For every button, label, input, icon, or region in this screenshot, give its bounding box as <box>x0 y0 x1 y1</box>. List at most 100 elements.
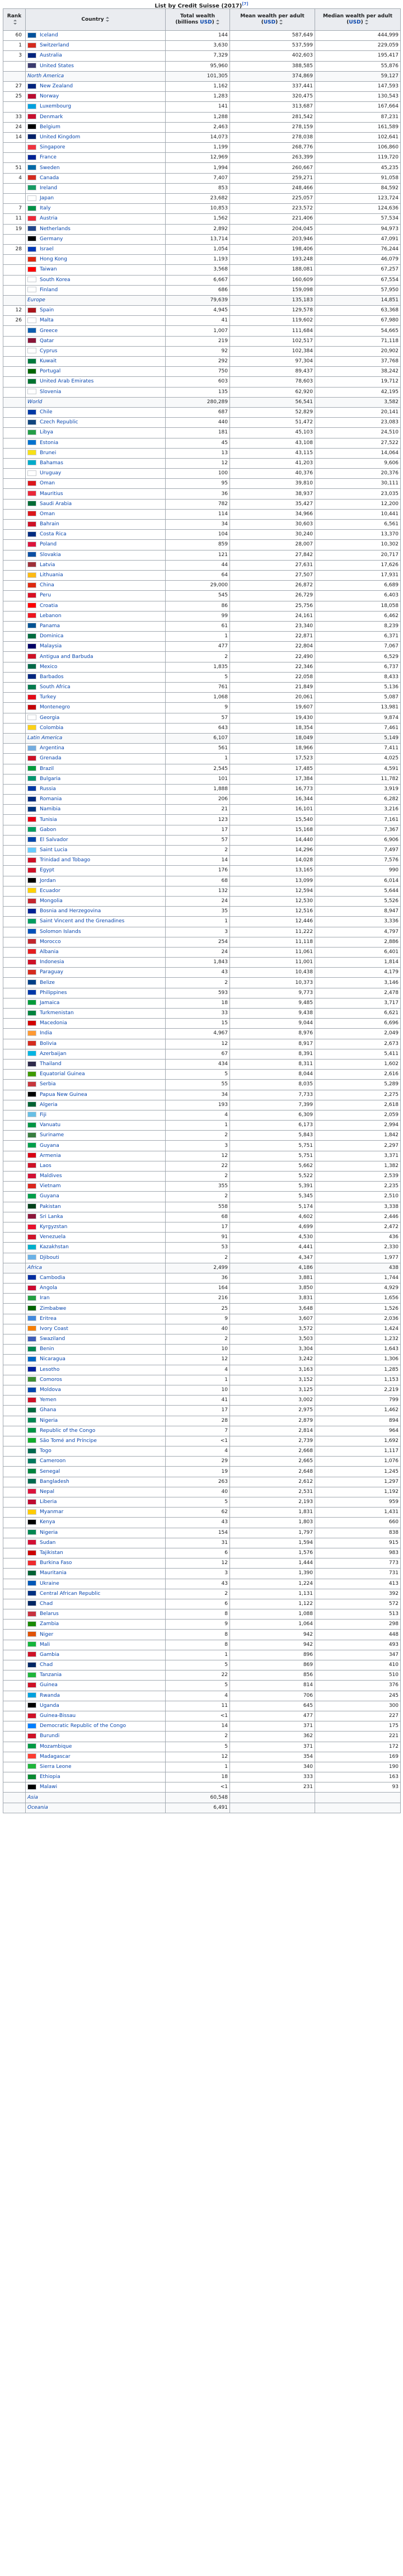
country-link[interactable]: Peru <box>40 592 51 598</box>
country-link[interactable]: Turkmenistan <box>40 1010 74 1016</box>
country-link[interactable]: Bangladesh <box>40 1479 69 1485</box>
country-link[interactable]: Australia <box>40 53 62 58</box>
country-link[interactable]: Africa <box>27 1265 42 1271</box>
country-link[interactable]: Panama <box>40 623 60 629</box>
country-link[interactable]: Bulgaria <box>40 776 60 782</box>
country-link[interactable]: Taiwan <box>40 267 57 272</box>
country-link[interactable]: São Tomé and Príncipe <box>40 1438 97 1444</box>
country-link[interactable]: Lesotho <box>40 1367 59 1373</box>
country-link[interactable]: Belgium <box>40 124 60 130</box>
country-link[interactable]: Grenada <box>40 755 61 761</box>
country-link[interactable]: Mongolia <box>40 898 63 904</box>
country-link[interactable]: Guinea-Bissau <box>40 1713 76 1719</box>
country-link[interactable]: Finland <box>40 287 58 293</box>
country-link[interactable]: Malaysia <box>40 643 62 649</box>
column-header-median-wealth[interactable]: Median wealth per adult (USD) <box>315 8 401 31</box>
country-link[interactable]: Sweden <box>40 165 60 171</box>
country-link[interactable]: Swaziland <box>40 1336 65 1342</box>
country-link[interactable]: Zambia <box>40 1621 59 1627</box>
country-link[interactable]: Angola <box>40 1285 57 1291</box>
country-link[interactable]: Portugal <box>40 368 60 374</box>
country-link[interactable]: Kenya <box>40 1519 55 1525</box>
country-link[interactable]: Myanmar <box>40 1509 63 1515</box>
country-link[interactable]: Lithuania <box>40 572 63 578</box>
country-link[interactable]: World <box>27 399 42 405</box>
country-link[interactable]: Tunisia <box>40 817 57 823</box>
country-link[interactable]: Venezuela <box>40 1234 65 1240</box>
country-link[interactable]: Albania <box>40 949 59 955</box>
country-link[interactable]: South Korea <box>40 277 71 283</box>
country-link[interactable]: Jamaica <box>40 1000 59 1006</box>
country-link[interactable]: Egypt <box>40 867 54 873</box>
country-link[interactable]: Nigeria <box>40 1418 58 1424</box>
country-link[interactable]: United Kingdom <box>40 134 80 140</box>
country-link[interactable]: Papua New Guinea <box>40 1092 87 1098</box>
country-link[interactable]: Cambodia <box>40 1275 65 1281</box>
sort-icon[interactable] <box>364 20 369 25</box>
country-link[interactable]: Cyprus <box>40 348 57 354</box>
country-link[interactable]: Sri Lanka <box>40 1214 63 1220</box>
country-link[interactable]: Dominica <box>40 633 63 639</box>
country-link[interactable]: Moldova <box>40 1387 61 1393</box>
country-link[interactable]: Tajikistan <box>40 1550 63 1556</box>
country-link[interactable]: Czech Republic <box>40 419 78 425</box>
usd-link[interactable]: USD <box>349 20 360 25</box>
country-link[interactable]: Ethiopia <box>40 1774 60 1780</box>
country-link[interactable]: Philippines <box>40 990 67 996</box>
country-link[interactable]: Eritrea <box>40 1316 57 1322</box>
country-link[interactable]: Turkey <box>40 694 56 700</box>
country-link[interactable]: Uganda <box>40 1703 59 1709</box>
country-link[interactable]: Malawi <box>40 1784 57 1790</box>
country-link[interactable]: Sudan <box>40 1540 55 1546</box>
country-link[interactable]: North America <box>27 73 64 79</box>
country-link[interactable]: Luxembourg <box>40 104 71 109</box>
country-link[interactable]: Laos <box>40 1163 51 1169</box>
country-link[interactable]: Hong Kong <box>40 256 67 262</box>
country-link[interactable]: Ghana <box>40 1407 56 1413</box>
country-link[interactable]: Belize <box>40 980 55 986</box>
column-header-country[interactable]: Country <box>25 8 166 31</box>
country-link[interactable]: Armenia <box>40 1153 61 1159</box>
country-link[interactable]: Niger <box>40 1632 53 1637</box>
country-link[interactable]: Asia <box>27 1795 38 1800</box>
country-link[interactable]: Serbia <box>40 1081 56 1087</box>
country-link[interactable]: Nicaragua <box>40 1356 65 1362</box>
country-link[interactable]: Latin America <box>27 735 62 741</box>
country-link[interactable]: Vanuatu <box>40 1122 60 1128</box>
country-link[interactable]: Indonesia <box>40 959 64 965</box>
country-link[interactable]: Austria <box>40 216 58 221</box>
country-link[interactable]: Suriname <box>40 1132 64 1138</box>
country-link[interactable]: Kyrgyzstan <box>40 1224 67 1230</box>
country-link[interactable]: Mauritania <box>40 1570 67 1576</box>
country-link[interactable]: Guyana <box>40 1143 59 1149</box>
country-link[interactable]: Bosnia and Herzegovina <box>40 908 101 914</box>
country-link[interactable]: Bahrain <box>40 521 59 527</box>
country-link[interactable]: Ukraine <box>40 1581 59 1586</box>
column-header-rank[interactable]: Rank <box>3 8 26 31</box>
country-link[interactable]: Greece <box>40 328 58 334</box>
country-link[interactable]: Rwanda <box>40 1693 60 1698</box>
country-link[interactable]: Montenegro <box>40 704 70 710</box>
country-link[interactable]: Guinea <box>40 1682 58 1688</box>
country-link[interactable]: Republic of the Congo <box>40 1428 95 1434</box>
country-link[interactable]: Iceland <box>40 32 58 38</box>
country-link[interactable]: Iran <box>40 1295 50 1301</box>
sort-icon[interactable] <box>13 20 17 25</box>
country-link[interactable]: Kazakhstan <box>40 1244 69 1250</box>
country-link[interactable]: Central African Republic <box>40 1591 100 1597</box>
country-link[interactable]: Oman <box>40 480 55 486</box>
country-link[interactable]: Singapore <box>40 144 65 150</box>
country-link[interactable]: Yemen <box>40 1397 57 1403</box>
country-link[interactable]: Ecuador <box>40 888 60 894</box>
country-link[interactable]: Oman <box>40 511 55 517</box>
country-link[interactable]: Netherlands <box>40 226 71 232</box>
country-link[interactable]: Denmark <box>40 114 63 120</box>
country-link[interactable]: Oceania <box>27 1805 48 1810</box>
column-header-mean-wealth[interactable]: Mean wealth per adult (USD) <box>229 8 315 31</box>
country-link[interactable]: Bahamas <box>40 460 63 466</box>
country-link[interactable]: Estonia <box>40 440 58 446</box>
column-header-total-wealth[interactable]: Total wealth (billions USD) <box>165 8 230 31</box>
country-link[interactable]: Cameroon <box>40 1458 65 1464</box>
country-link[interactable]: Paraguay <box>40 969 63 975</box>
country-link[interactable]: Mexico <box>40 664 57 670</box>
